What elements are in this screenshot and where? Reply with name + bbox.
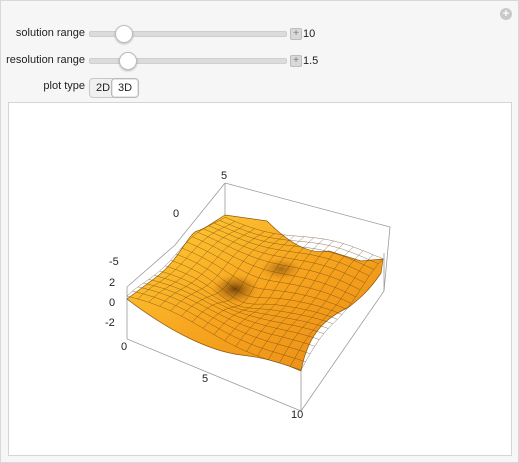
resolution-range-label: resolution range: [6, 54, 85, 66]
solution-range-expand-icon[interactable]: +: [290, 28, 302, 40]
resolution-range-thumb[interactable]: [119, 52, 137, 70]
axis-tick-left-neg5: -5: [109, 256, 119, 268]
surface-plot-3d[interactable]: 5 0 -5 2 0 -2 0 5 10: [9, 103, 511, 455]
axis-tick-bottom-0: 0: [121, 341, 127, 353]
solution-range-thumb[interactable]: [115, 25, 133, 43]
manipulate-panel: + solution range + 10 resolution range +…: [0, 0, 519, 463]
solution-range-row: solution range: [1, 24, 85, 44]
plot-type-row: plot type: [1, 77, 85, 97]
resolution-range-row: resolution range: [1, 51, 85, 71]
solution-range-value: 10: [303, 28, 316, 40]
axis-tick-top-0: 0: [173, 208, 179, 220]
axis-tick-bottom-10: 10: [291, 409, 303, 421]
resolution-range-expand-icon[interactable]: +: [290, 55, 302, 67]
axis-tick-z-2: 2: [109, 277, 115, 289]
surface-depression: [209, 273, 261, 305]
surface-depression-2: [259, 257, 303, 281]
resolution-range-value: 1.5: [303, 55, 319, 67]
axis-tick-z-neg2: -2: [105, 317, 115, 329]
solution-range-label: solution range: [15, 27, 85, 39]
axis-tick-top-5: 5: [221, 170, 227, 182]
axis-tick-z-0: 0: [109, 297, 115, 309]
plot-type-label: plot type: [43, 80, 85, 92]
plot-type-3d-button[interactable]: 3D: [111, 78, 140, 98]
axis-tick-bottom-5: 5: [202, 373, 208, 385]
add-options-icon[interactable]: +: [500, 8, 512, 20]
plot-area: 5 0 -5 2 0 -2 0 5 10: [8, 102, 512, 456]
